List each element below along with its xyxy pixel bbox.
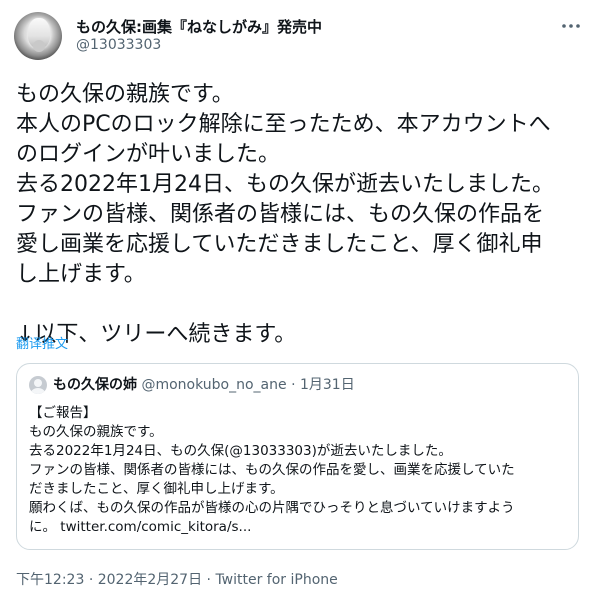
quoted-text-line: だきましたこと、厚く御礼申し上げます。 [29, 481, 284, 497]
separator-dot: · [291, 377, 296, 393]
avatar-face [33, 40, 45, 52]
quoted-author-name: もの久保の姉 [53, 377, 137, 393]
tweet-text-line: し上げます。 [16, 262, 146, 287]
avatar-head-shape [34, 379, 42, 387]
author-handle[interactable]: @13033303 [76, 37, 161, 53]
tweet-metadata: 下午12:23 · 2022年2月27日 · Twitter for iPhon… [16, 569, 338, 589]
tweet-text-line: ファンの皆様、関係者の皆様には、もの久保の作品を [16, 202, 545, 227]
quoted-tweet[interactable]: もの久保の姉 @monokubo_no_ane · 1月31日 【ご報告】 もの… [16, 363, 579, 550]
tweet-text-line: のログインが叶いました。 [16, 142, 281, 167]
separator-dot: · [206, 572, 211, 588]
quoted-text-line: 願わくば、もの久保の作品が皆様の心の片隅でひっそりと息づいていけますよう [29, 500, 515, 516]
quoted-author-handle: @monokubo_no_ane [141, 377, 287, 393]
quoted-text-line: もの久保の親族です。 [29, 424, 163, 440]
quoted-text-line: 去る2022年1月24日、もの久保(@13033303)が逝去いたしました。 [29, 443, 452, 459]
quoted-tweet-header: もの久保の姉 @monokubo_no_ane · 1月31日 [53, 376, 355, 394]
author-avatar[interactable] [14, 12, 62, 60]
tweet-source: Twitter for iPhone [215, 572, 338, 588]
tweet-text-line: もの久保の親族です。 [16, 82, 234, 107]
quoted-author-avatar [29, 376, 47, 394]
quoted-text-line: ファンの皆様、関係者の皆様には、もの久保の作品を愛し、画業を応援していた [29, 462, 515, 478]
tweet-date[interactable]: 2022年2月27日 [98, 572, 202, 588]
tweet-text-line: ↓以下、ツリーへ続きます。 [16, 322, 297, 347]
separator-dot: · [88, 572, 94, 588]
tweet-text-line: 本人のPCのロック解除に至ったため、本アカウントへ [16, 112, 551, 137]
tweet-text-line: 愛し画業を応援していただきましたこと、厚く御礼申 [16, 232, 543, 257]
tweet-text-line: 去る2022年1月24日、もの久保が逝去いたしました。 [16, 172, 554, 197]
author-display-name[interactable]: もの久保:画集『ねなしがみ』発売中 [76, 16, 322, 37]
tweet-card: もの久保:画集『ねなしがみ』発売中 @13033303 もの久保の親族です。 本… [0, 0, 594, 608]
quoted-text-line: 【ご報告】 [29, 405, 97, 421]
avatar-shoulders-shape [31, 388, 45, 394]
tweet-text: もの久保の親族です。 本人のPCのロック解除に至ったため、本アカウントへ のログ… [16, 80, 582, 350]
tweet-time[interactable]: 下午12:23 [16, 572, 84, 588]
quoted-tweet-text: 【ご報告】 もの久保の親族です。 去る2022年1月24日、もの久保(@1303… [29, 404, 569, 537]
more-dots-icon[interactable] [559, 14, 583, 38]
quoted-tweet-date: 1月31日 [299, 377, 355, 393]
quoted-text-line: に。 twitter.com/comic_kitora/s... [29, 519, 252, 535]
translate-tweet-link[interactable]: 翻译推文 [16, 333, 68, 352]
